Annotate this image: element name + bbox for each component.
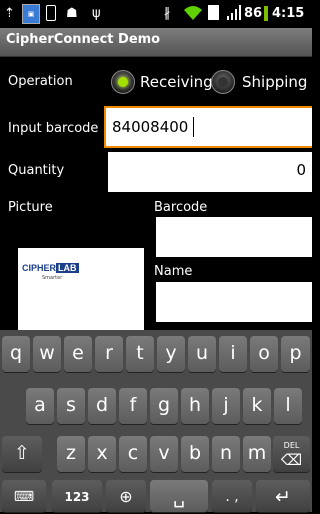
shipping-radio[interactable]: [211, 70, 235, 94]
key-k[interactable]: k: [243, 388, 271, 424]
key-x[interactable]: x: [88, 436, 116, 472]
space-key[interactable]: ␣: [150, 480, 208, 512]
upload-icon: ⇡: [4, 6, 15, 21]
signal-icon: [227, 5, 241, 20]
key-w[interactable]: w: [33, 336, 61, 372]
app-title: CipherConnect Demo: [6, 32, 161, 47]
quantity-field[interactable]: 0: [108, 152, 312, 192]
receiving-radio[interactable]: [111, 70, 135, 94]
picture-box: CIPHER LAB Smarter: [18, 248, 144, 330]
input-barcode-label: Input barcode: [8, 121, 99, 136]
receiving-label[interactable]: Receiving: [140, 73, 213, 91]
space-icon: ␣: [172, 486, 186, 508]
backspace-icon: ⌫: [280, 451, 303, 469]
enter-icon: ↵: [275, 486, 291, 508]
soft-keyboard: q w e r t y u i o p a s d f g h j k l ⇧ …: [0, 330, 312, 512]
key-j[interactable]: j: [212, 388, 240, 424]
delete-key[interactable]: DEL ⌫: [273, 436, 310, 472]
shift-key[interactable]: ⇧: [2, 436, 42, 472]
name-label: Name: [154, 264, 193, 279]
key-b[interactable]: b: [181, 436, 209, 472]
key-z[interactable]: z: [57, 436, 85, 472]
key-t[interactable]: t: [126, 336, 154, 372]
phone-icon: [46, 5, 56, 21]
quantity-label: Quantity: [8, 163, 65, 178]
operation-label: Operation: [8, 74, 73, 89]
key-f[interactable]: f: [119, 388, 147, 424]
key-u[interactable]: u: [188, 336, 216, 372]
quantity-value: 0: [296, 161, 306, 179]
key-l[interactable]: l: [274, 388, 302, 424]
shift-icon: ⇧: [14, 442, 30, 464]
text-cursor: [193, 117, 194, 137]
numbers-key[interactable]: 123: [52, 480, 102, 512]
key-h[interactable]: h: [181, 388, 209, 424]
shipping-label[interactable]: Shipping: [242, 73, 307, 91]
key-g[interactable]: g: [150, 388, 178, 424]
key-d[interactable]: d: [88, 388, 116, 424]
key-m[interactable]: m: [243, 436, 271, 472]
app-title-bar: CipherConnect Demo: [0, 28, 312, 57]
radio-selected-dot: [118, 77, 128, 87]
key-p[interactable]: p: [281, 336, 310, 372]
key-q[interactable]: q: [2, 336, 30, 372]
barcode-field[interactable]: [156, 217, 312, 257]
android-icon: ☗: [66, 6, 78, 21]
usb-icon: ψ: [92, 6, 101, 21]
bluetooth-icon: ∦: [164, 6, 171, 21]
key-a[interactable]: a: [26, 388, 54, 424]
cipherlab-app-icon: ▣: [22, 4, 40, 24]
key-e[interactable]: e: [64, 336, 92, 372]
key-r[interactable]: r: [95, 336, 123, 372]
barcode-label: Barcode: [154, 200, 208, 215]
battery-level: 86: [244, 6, 263, 21]
key-i[interactable]: i: [219, 336, 247, 372]
key-n[interactable]: n: [212, 436, 240, 472]
language-key[interactable]: ⊕: [106, 480, 146, 512]
wifi-icon: [184, 6, 202, 20]
name-field[interactable]: [156, 282, 312, 322]
clock: 4:15: [272, 6, 305, 21]
period-comma-key[interactable]: . ,: [212, 480, 252, 512]
keyboard-settings-key[interactable]: ⌨: [2, 480, 46, 512]
picture-label: Picture: [8, 200, 53, 215]
key-o[interactable]: o: [250, 336, 278, 372]
key-y[interactable]: y: [157, 336, 185, 372]
status-bar: ⇡ ▣ ☗ ψ ∦ 86 4:15: [0, 0, 312, 28]
key-s[interactable]: s: [57, 388, 85, 424]
key-v[interactable]: v: [150, 436, 178, 472]
globe-icon: ⊕: [119, 487, 133, 506]
sim-icon: [208, 5, 219, 20]
radio-unselected-dot: [218, 77, 228, 87]
cipherlab-logo: CIPHER LAB Smarter: [22, 263, 79, 281]
keyboard-icon: ⌨: [13, 489, 35, 505]
key-c[interactable]: c: [119, 436, 147, 472]
enter-key[interactable]: ↵: [256, 480, 310, 512]
input-barcode-value: 84008400: [112, 118, 189, 136]
input-barcode-field[interactable]: 84008400: [104, 106, 312, 148]
battery-icon: [264, 6, 268, 21]
